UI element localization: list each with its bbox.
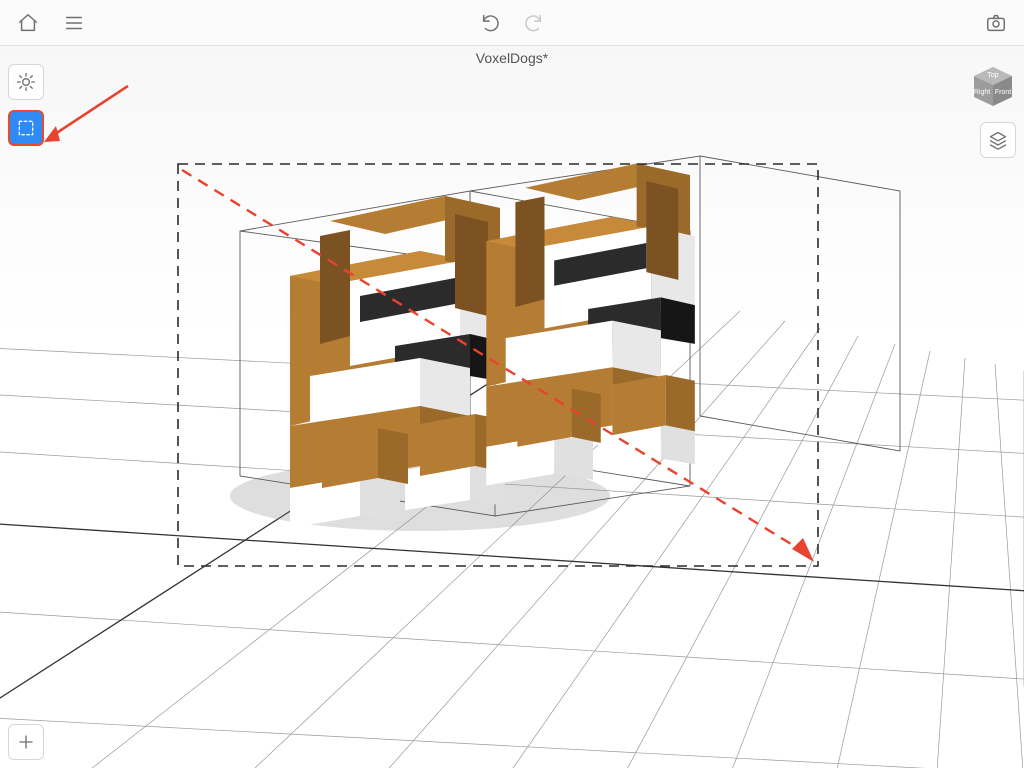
svg-text:Right: Right bbox=[974, 89, 990, 96]
marquee-select-tool[interactable] bbox=[8, 110, 44, 146]
top-toolbar bbox=[0, 0, 1024, 46]
document-title: VoxelDogs* bbox=[476, 50, 548, 66]
view-cube[interactable]: Top Right Front bbox=[970, 64, 1016, 110]
right-column: Top Right Front bbox=[970, 64, 1016, 158]
undo-button[interactable] bbox=[477, 9, 505, 37]
annotation-arrow-to-tool bbox=[44, 86, 128, 142]
svg-text:Front: Front bbox=[995, 89, 1011, 96]
svg-text:Top: Top bbox=[987, 72, 998, 79]
layers-button[interactable] bbox=[980, 122, 1016, 158]
voxel-dog-2 bbox=[486, 164, 695, 486]
add-button[interactable] bbox=[8, 724, 44, 760]
home-button[interactable] bbox=[14, 9, 42, 37]
screenshot-button[interactable] bbox=[982, 9, 1010, 37]
redo-button[interactable] bbox=[519, 9, 547, 37]
light-tool[interactable] bbox=[8, 64, 44, 100]
voxel-dog-1 bbox=[290, 196, 505, 528]
viewport[interactable] bbox=[0, 46, 1024, 768]
menu-button[interactable] bbox=[60, 9, 88, 37]
tool-column bbox=[8, 64, 44, 146]
